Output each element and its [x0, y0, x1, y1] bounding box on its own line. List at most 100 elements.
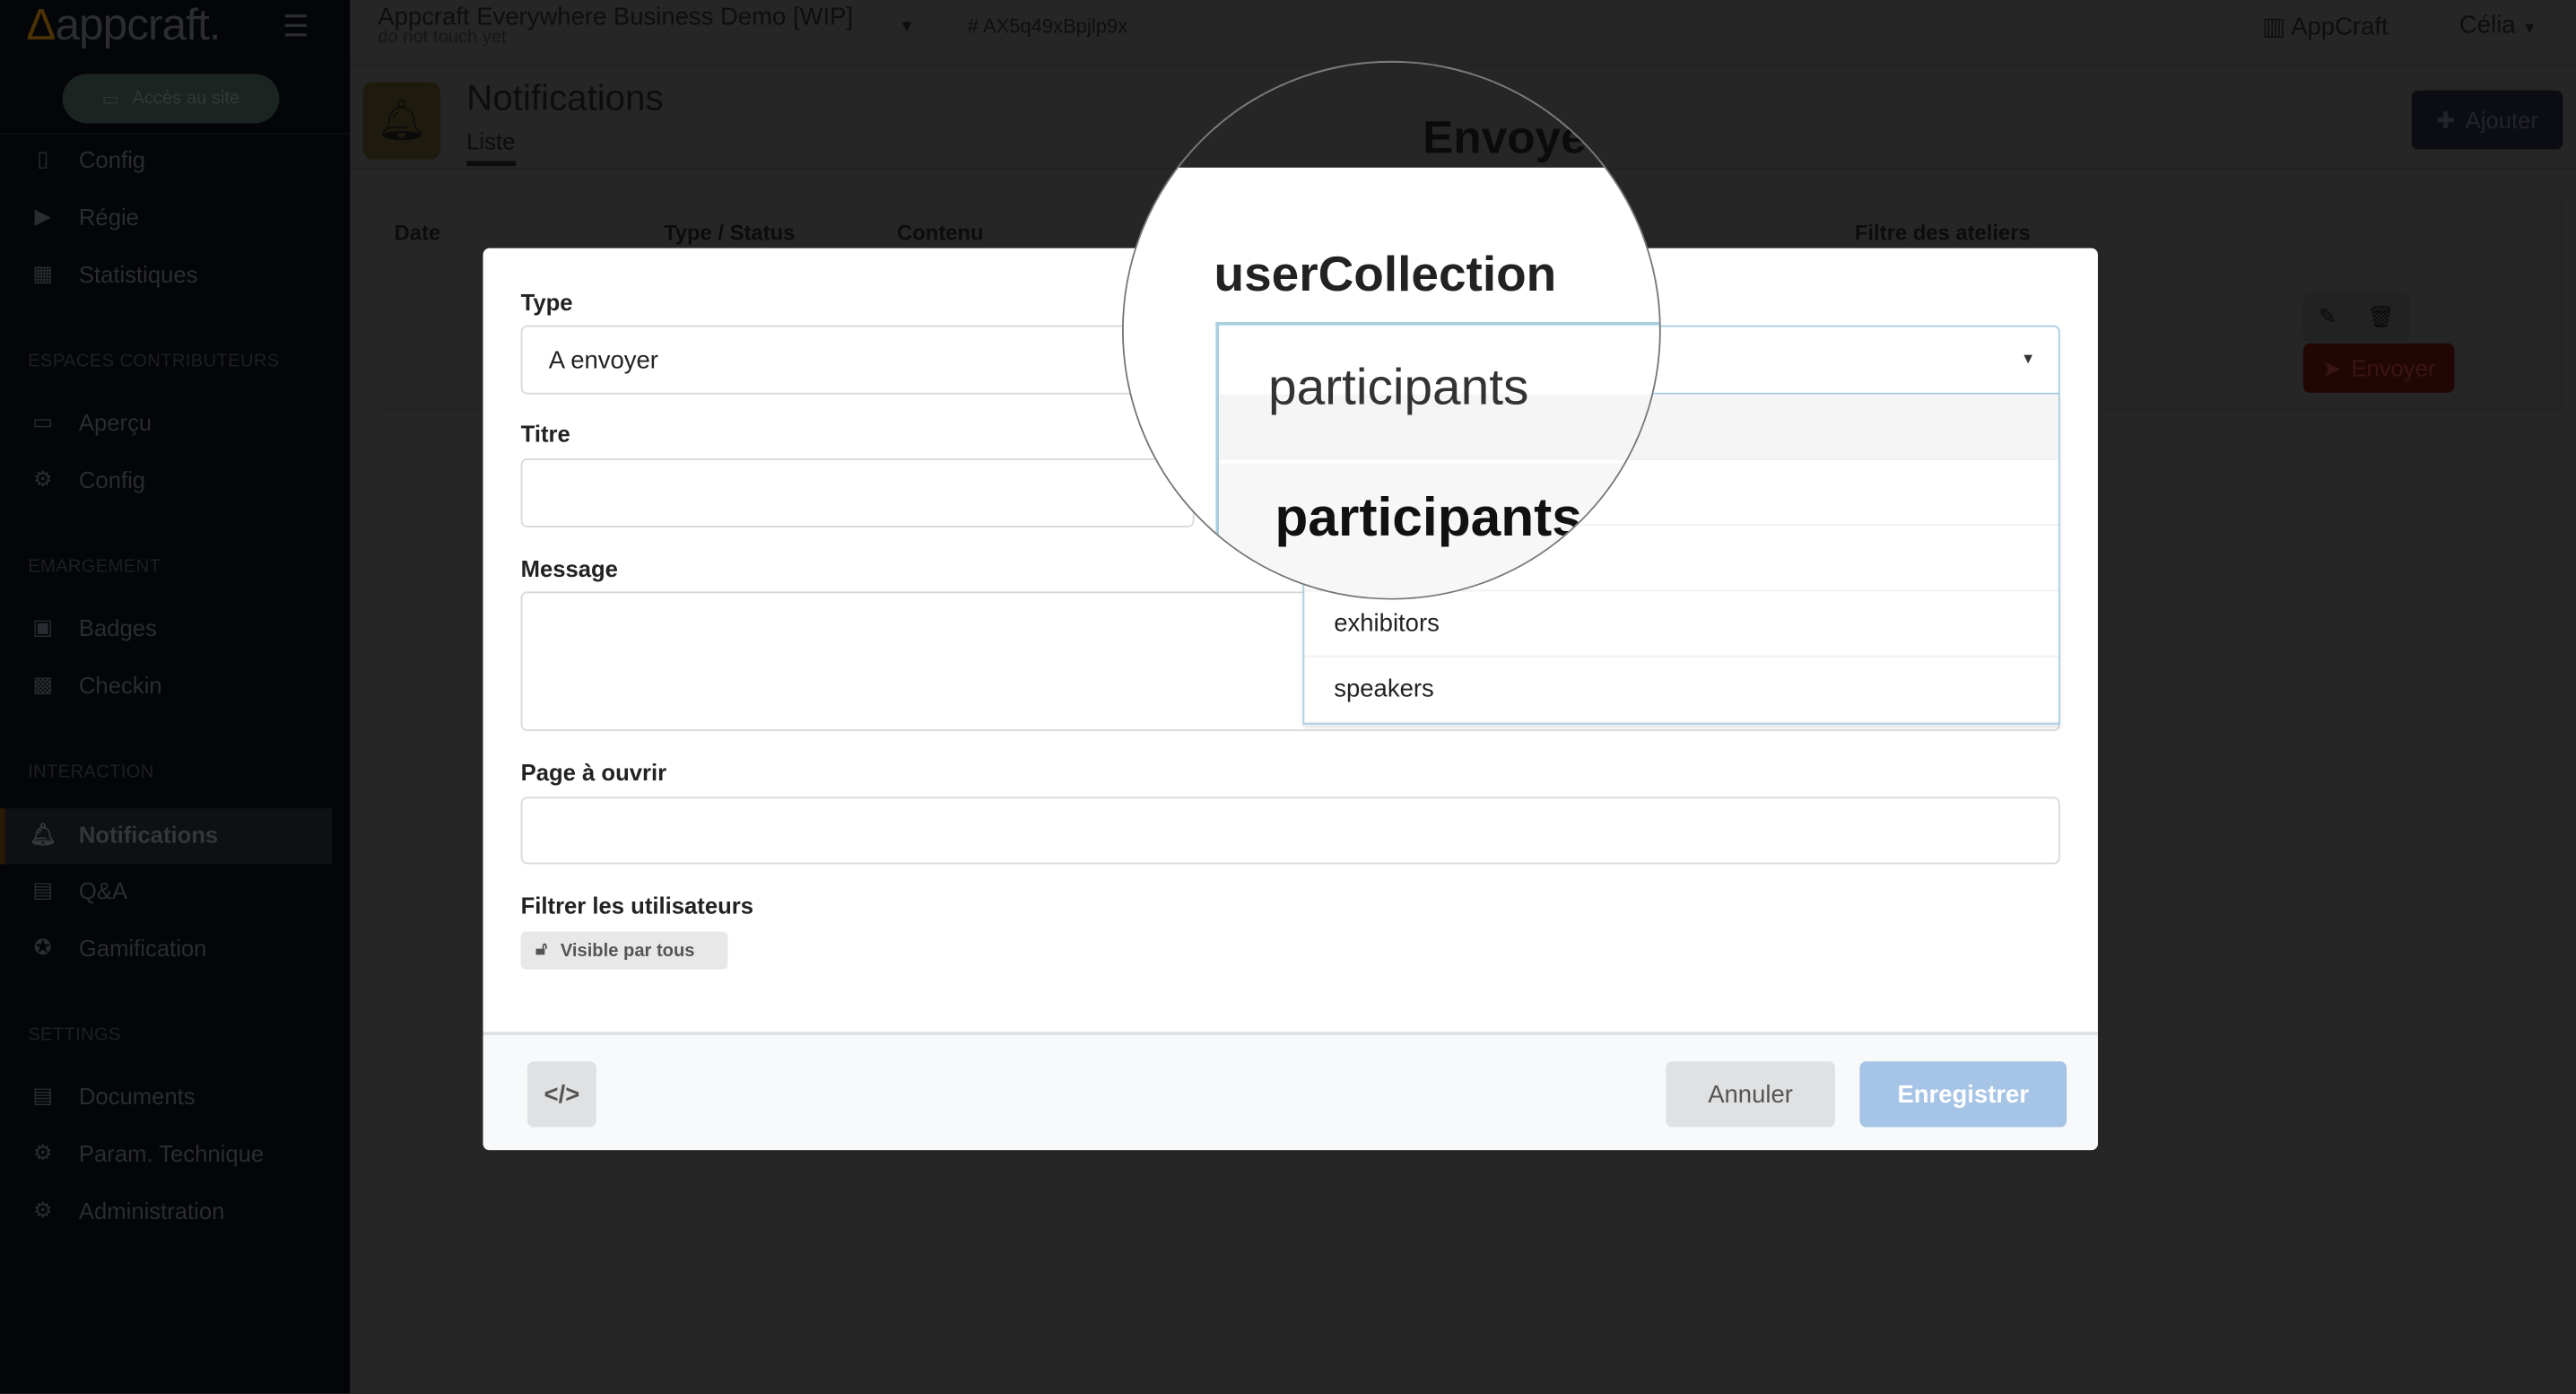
trash-icon[interactable]: 🗑︎ [2367, 304, 2394, 330]
sidebar-item-label: Param. Technique [78, 1140, 265, 1167]
pencil-icon[interactable]: ✎ [2319, 304, 2337, 330]
gear-square-icon: ⚙ [32, 1140, 53, 1165]
magnified-option: participants [1275, 486, 1582, 547]
add-button[interactable]: ✚ Ajouter [2411, 90, 2563, 150]
topbar: Appcraft Everywhere Business Demo [WIP] … [350, 0, 2576, 66]
visibility-label: Visible par tous [560, 940, 695, 961]
qrcode-icon: ▩ [32, 672, 53, 697]
sidebar-item-config[interactable]: ▯ Config [30, 146, 145, 172]
dropdown-option[interactable]: exhibitors [1304, 591, 2058, 658]
sidebar-item-label: Aperçu [78, 409, 152, 436]
sidebar-item-label: Administration [78, 1198, 225, 1224]
user-menu[interactable]: Célia ▼ [2459, 12, 2537, 39]
sidebar-item-badges[interactable]: ▣ Badges [30, 614, 157, 640]
sidebar-item-label: Documents [78, 1083, 196, 1110]
page-input[interactable] [520, 797, 2060, 865]
plus-icon: ✚ [2436, 106, 2456, 133]
modal-footer: </> Annuler Enregistrer [483, 1032, 2098, 1151]
sidebar-item-apercu[interactable]: ▭ Aperçu [30, 409, 152, 435]
paper-plane-icon: ➤ [2321, 353, 2342, 381]
sidebar-item-label: Q&A [78, 877, 128, 904]
gear-icon: ⚙ [32, 1198, 53, 1223]
collapse-menu-icon[interactable]: ☰ [283, 10, 309, 44]
sidebar-item-administration[interactable]: ⚙ Administration [30, 1198, 224, 1224]
code-view-button[interactable]: </> [527, 1061, 596, 1128]
title-label: Titre [520, 420, 570, 448]
sidebar-item-config-contrib[interactable]: ⚙ Config [30, 466, 145, 492]
app-root: Δappcraft. ☰ ▭ Accès au site ▯ Config ▶ Rég… [0, 0, 2576, 1394]
bell-icon: 🔔︎ [362, 82, 440, 160]
magnified-text: Envoye [1423, 111, 1587, 163]
unlock-icon: 🔓︎ [535, 939, 548, 960]
sidebar-item-label: Config [78, 146, 146, 173]
chat-icon: ▤ [32, 877, 53, 902]
sidebar-item-statistiques[interactable]: ▦ Statistiques [30, 261, 198, 287]
sidebar-item-gamification[interactable]: ✪ Gamification [30, 935, 207, 962]
sidebar-item-label: Gamification [78, 935, 207, 962]
sidebar-item-label: Statistiques [78, 261, 198, 288]
sidebar-item-notifications[interactable]: 🔔︎ Notifications [30, 822, 218, 848]
grid-icon: ▦ [32, 261, 53, 286]
cancel-button[interactable]: Annuler [1666, 1061, 1835, 1128]
section-title: ESPACES CONTRIBUTEURS [28, 351, 280, 371]
access-site-button[interactable]: ▭ Accès au site [62, 74, 280, 124]
filter-label: Filtrer les utilisateurs [520, 892, 753, 919]
sidebar-item-label: Notifications [78, 821, 219, 849]
sidebar-item-label: Badges [78, 614, 157, 641]
app-id: # AX5q49xBpjlp9x [967, 14, 1128, 39]
access-site-label: Accès au site [132, 88, 240, 109]
sidebar-item-regie[interactable]: ▶ Régie [30, 204, 139, 230]
sidebar-item-label: Régie [78, 204, 139, 231]
send-button[interactable]: ➤ Envoyer [2302, 343, 2455, 393]
type-select[interactable]: A envoyer [520, 325, 1163, 395]
option-label: exhibitors [1334, 609, 1440, 638]
code-icon: </> [544, 1080, 580, 1109]
send-label: Envoyer [2351, 354, 2436, 381]
option-label: speakers [1334, 675, 1434, 703]
app-selector[interactable]: Appcraft Everywhere Business Demo [WIP] [378, 4, 853, 31]
sidebar-item-documents[interactable]: ▤ Documents [30, 1083, 196, 1109]
save-button[interactable]: Enregistrer [1859, 1061, 2067, 1128]
section-title: EMARGEMENT [28, 556, 161, 577]
divider [0, 133, 351, 135]
column-header: Date [394, 220, 441, 245]
chevron-down-icon: ▼ [2522, 19, 2537, 37]
row-actions: ✎ 🗑︎ [2302, 292, 2410, 342]
user-collection-value: participants [1267, 358, 1529, 416]
gear-square-icon: ⚙ [32, 466, 53, 492]
org-label: AppCraft [2291, 13, 2389, 41]
sidebar-item-label: Checkin [78, 672, 162, 699]
sidebar-item-checkin[interactable]: ▩ Checkin [30, 672, 162, 698]
logo-text: appcraft. [55, 0, 221, 49]
sidebar-item-param-technique[interactable]: ⚙ Param. Technique [30, 1140, 264, 1166]
add-label: Ajouter [2465, 107, 2538, 134]
user-name: Célia [2459, 11, 2516, 39]
laptop-icon: ▭ [32, 409, 53, 434]
title-input[interactable] [520, 458, 1195, 527]
sidebar-item-qa[interactable]: ▤ Q&A [30, 877, 127, 903]
screen-gear-icon: ▶ [34, 204, 51, 229]
sidebar: Δappcraft. ☰ ▭ Accès au site ▯ Config ▶ Rég… [0, 0, 351, 1394]
building-icon: ▥ [2262, 13, 2292, 41]
column-header: Filtre des ateliers [1854, 220, 2031, 245]
magnifier-lens: Envoye userCollection participants parti… [1121, 60, 1661, 600]
badge-icon: ▣ [32, 614, 53, 640]
message-label: Message [520, 555, 618, 582]
app-subtitle: do not touch yet [378, 28, 507, 48]
user-collection-label: userCollection [1214, 248, 1557, 303]
section-title: INTERACTION [28, 762, 154, 782]
column-header: Contenu [897, 220, 984, 245]
chevron-down-icon[interactable]: ▼ [899, 18, 915, 36]
dropdown-option[interactable]: speakers [1304, 658, 2058, 723]
caret-down-icon: ▼ [2021, 350, 2036, 367]
monitor-icon: ▭ [101, 89, 119, 109]
mobile-gear-icon: ▯ [37, 146, 49, 171]
section-title: SETTINGS [28, 1024, 121, 1045]
type-value: A envoyer [548, 345, 658, 374]
sidebar-item-label: Config [78, 466, 146, 493]
visibility-toggle[interactable]: 🔓︎ Visible par tous [520, 931, 728, 970]
org-menu[interactable]: ▥ AppCraft [2262, 12, 2389, 41]
tab-liste[interactable]: Liste [466, 128, 516, 166]
appcraft-logo[interactable]: Δappcraft. [26, 0, 221, 51]
type-label: Type [520, 289, 573, 316]
